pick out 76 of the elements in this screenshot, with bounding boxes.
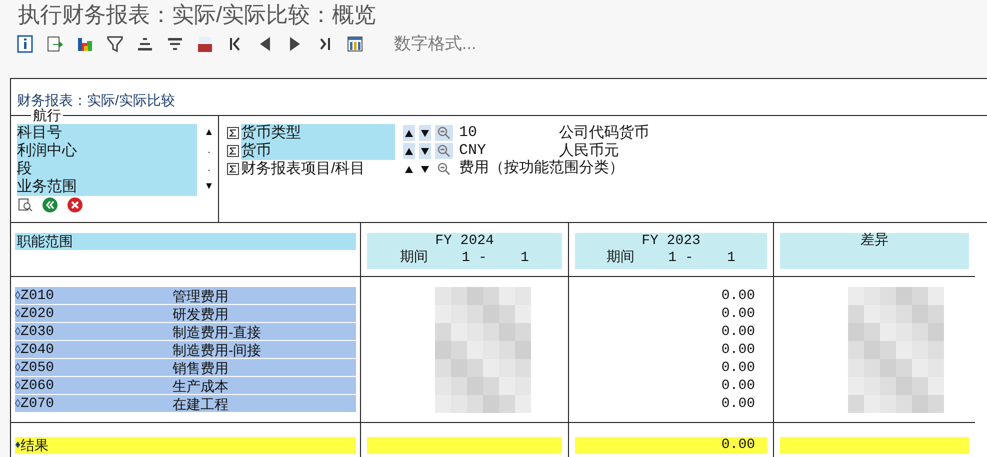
row-marker: ♦ — [15, 439, 21, 451]
row-code: Z040 — [20, 341, 56, 358]
characteristic-value: 费用（按功能范围分类） — [459, 160, 624, 178]
column-subtitle: 期间 1 - 1 — [400, 250, 529, 267]
move-down-icon[interactable] — [419, 125, 431, 141]
move-up-icon[interactable] — [403, 143, 415, 159]
result-row[interactable]: ♦结果 — [15, 437, 356, 454]
row-marker: ◊ — [15, 325, 20, 340]
scroll-button[interactable]: ▲ — [201, 124, 217, 142]
navigation-item[interactable]: 利润中心 — [17, 142, 197, 160]
scroll-button[interactable]: ▼ — [201, 178, 217, 196]
row-code: Z030 — [20, 323, 56, 340]
navigation-item[interactable]: 科目号 — [17, 124, 197, 142]
zoom-icon[interactable] — [435, 161, 453, 177]
table-row[interactable]: ◊Z020 研发费用 — [15, 305, 356, 323]
scroll-button[interactable]: . — [201, 142, 217, 160]
table-cell-text: 0.00 — [720, 377, 756, 395]
sum-icon — [227, 127, 239, 139]
row-marker: ◊ — [15, 343, 20, 358]
table-row[interactable]: ◊Z070 在建工程 — [15, 395, 356, 413]
characteristic-value: 10 — [459, 124, 478, 142]
sum-icon — [227, 163, 239, 175]
column-title: FY 2023 — [642, 233, 700, 250]
characteristic-label[interactable]: 货币 — [241, 142, 395, 160]
row-name: 销售费用 — [172, 359, 228, 376]
table-row[interactable]: ◊Z030 制造费用-直接 — [15, 323, 356, 341]
scroll-button[interactable]: . — [201, 160, 217, 178]
table-cell-text: 0.00 — [720, 395, 756, 413]
row-marker: ◊ — [15, 307, 20, 322]
row-name: 生产成本 — [172, 377, 228, 394]
window-title: 执行财务报表：实际/实际比较：概览 — [17, 1, 378, 29]
row-name: 在建工程 — [172, 395, 228, 412]
row-code: Z060 — [20, 377, 56, 394]
characteristic-description: 公司代码货币 — [559, 124, 649, 142]
result-cell: 0.00 — [575, 437, 767, 454]
row-marker: ◊ — [15, 289, 20, 304]
move-up-icon[interactable] — [403, 125, 415, 141]
column-title: FY 2024 — [435, 233, 494, 250]
table-row[interactable]: ◊Z060 生产成本 — [15, 377, 356, 395]
row-name: 管理费用 — [172, 287, 228, 304]
row-name: 制造费用-间接 — [172, 341, 262, 358]
row-code: Z010 — [20, 287, 56, 304]
back-icon[interactable] — [42, 197, 58, 213]
row-name: 制造费用-直接 — [172, 323, 262, 340]
characteristic-label[interactable]: 财务报表项目/科目 — [241, 160, 395, 178]
column-header: 职能范围 — [15, 233, 356, 250]
column-subtitle: 期间 1 - 1 — [606, 250, 736, 267]
table-cell-text: 0.00 — [720, 359, 756, 377]
row-code: Z070 — [20, 395, 56, 412]
table-cell-text: 0.00 — [720, 341, 756, 359]
navigation-title: 航行 — [31, 108, 63, 123]
row-marker: ◊ — [15, 361, 20, 376]
row-name: 研发费用 — [172, 305, 228, 322]
table-row[interactable]: ◊Z040 制造费用-间接 — [15, 341, 356, 359]
table-row[interactable]: ◊Z050 销售费用 — [15, 359, 356, 377]
details-icon[interactable] — [17, 197, 33, 213]
table-cell-text: 0.00 — [720, 287, 756, 305]
table-row[interactable]: ◊Z010 管理费用 — [15, 287, 356, 305]
navigation-item[interactable]: 段 — [17, 160, 197, 178]
move-down-icon[interactable] — [419, 143, 431, 159]
number-format-button[interactable]: 数字格式... — [394, 31, 476, 57]
cancel-icon[interactable] — [67, 197, 83, 213]
characteristic-value: CNY — [459, 142, 488, 160]
row-marker: ◊ — [15, 397, 20, 412]
table-cell-text: 0.00 — [720, 305, 756, 323]
column-title: 差异 — [860, 233, 888, 250]
characteristic-label[interactable]: 货币类型 — [241, 124, 395, 142]
table-cell-text: 0.00 — [720, 323, 756, 341]
navigation-item[interactable]: 业务范围 — [17, 178, 197, 196]
result-label: 结果 — [20, 437, 49, 454]
report-title: 财务报表：实际/实际比较 — [17, 92, 175, 108]
row-code: Z050 — [20, 359, 56, 376]
row-marker: ◊ — [15, 379, 20, 394]
characteristic-description: 人民币元 — [559, 142, 619, 160]
sum-icon — [227, 145, 239, 157]
row-code: Z020 — [20, 305, 56, 322]
